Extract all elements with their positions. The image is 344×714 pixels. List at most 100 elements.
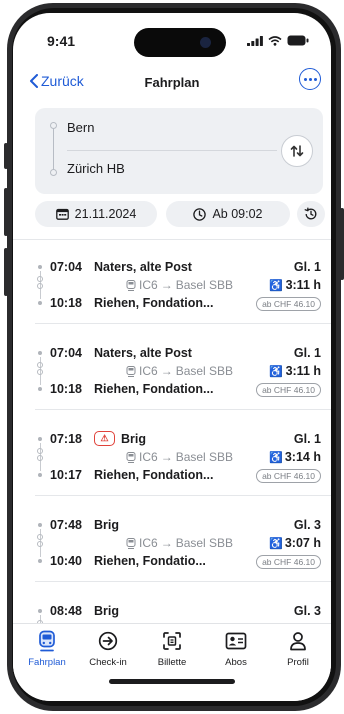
- arrival-time: 10:17: [50, 468, 82, 482]
- connection-row[interactable]: 07:04 Naters, alte Post Gl. 1 IC6 → Basel SBB…: [13, 324, 331, 410]
- train-line: IC6: [139, 450, 158, 464]
- departure-time: 07:04: [50, 346, 82, 360]
- home-indicator: [109, 679, 235, 684]
- connection-row[interactable]: 07:04 Naters, alte Post Gl. 1 IC6 → Basel SBB…: [13, 238, 331, 324]
- price-badge: ab CHF 46.10: [256, 297, 321, 311]
- departure-station: Brig: [94, 518, 119, 532]
- duration: 3:11 h: [285, 278, 321, 292]
- date-chip[interactable]: 21.11.2024: [35, 201, 157, 227]
- platform: Gl. 3: [293, 604, 321, 618]
- more-dot: [313, 77, 317, 81]
- departure-time: 07:18: [50, 432, 82, 446]
- train-info: IC6→Basel SBB: [126, 364, 233, 378]
- arrival-station: Riehen, Fondation...: [94, 382, 214, 396]
- timeline-dot: [38, 473, 42, 477]
- tab-billette[interactable]: Billette: [142, 630, 202, 668]
- tab-bar: Fahrplan Check-in Billette Abos Profil: [13, 623, 331, 701]
- calendar-icon: [55, 208, 69, 220]
- wheelchair-icon: ♿: [269, 366, 283, 378]
- arrival-time: 10:18: [50, 382, 82, 396]
- tab-check-in[interactable]: Check-in: [78, 630, 138, 668]
- train-line: IC6: [139, 536, 158, 550]
- route-to-field[interactable]: Zürich HB: [67, 161, 125, 176]
- history-icon: [304, 207, 317, 220]
- swap-route-button[interactable]: [281, 135, 313, 167]
- timeline-link: [37, 362, 43, 368]
- time-chip[interactable]: Ab 09:02: [166, 201, 290, 227]
- timeline-link: [37, 283, 43, 289]
- warning-icon[interactable]: ⚠: [94, 431, 115, 446]
- timeline-link: [37, 276, 43, 282]
- train-info: IC6→Basel SBB: [126, 450, 233, 464]
- train-destination: Basel SBB: [175, 450, 234, 464]
- signal-icon: [247, 35, 263, 46]
- route-start-dot: [50, 122, 57, 129]
- arrival-station: Riehen, Fondatio...: [94, 554, 206, 568]
- route-from-field[interactable]: Bern: [67, 120, 94, 135]
- camera-dot: [200, 37, 211, 48]
- timeline-link: [37, 369, 43, 375]
- train-line: IC6: [139, 278, 158, 292]
- departure-station: Brig: [94, 604, 119, 618]
- train-line: IC6: [139, 364, 158, 378]
- tab-label: Billette: [157, 657, 187, 668]
- tab-fahrplan[interactable]: Fahrplan: [17, 630, 77, 668]
- tab-profil[interactable]: Profil: [268, 630, 328, 668]
- time-label: Ab 09:02: [212, 207, 263, 221]
- departure-station: Brig: [121, 432, 146, 446]
- train-destination: Basel SBB: [175, 536, 234, 550]
- connection-row[interactable]: 07:18 ⚠ Brig Gl. 1 IC6 → Basel SBB ♿ 3:14 h 10:17…: [13, 410, 331, 496]
- ticket-scan-icon: [162, 630, 182, 652]
- more-dot: [303, 77, 307, 81]
- train-info: IC6→Basel SBB: [126, 536, 233, 550]
- history-button[interactable]: [297, 201, 325, 227]
- timeline-dot: [38, 265, 42, 269]
- platform: Gl. 1: [293, 260, 321, 274]
- timeline-link: [37, 534, 43, 540]
- page-title: Fahrplan: [144, 75, 200, 90]
- route-separator: [67, 150, 277, 151]
- arrival-time: 10:40: [50, 554, 82, 568]
- platform: Gl. 1: [293, 432, 321, 446]
- status-time: 9:41: [47, 33, 76, 49]
- duration: 3:11 h: [285, 364, 321, 378]
- platform: Gl. 1: [293, 346, 321, 360]
- timeline-link: [37, 448, 43, 454]
- clock-icon: [193, 207, 207, 221]
- timeline-dot: [38, 559, 42, 563]
- card-icon: [225, 630, 247, 652]
- timeline-dot: [38, 387, 42, 391]
- duration: 3:07 h: [284, 536, 321, 550]
- train-destination: Basel SBB: [175, 278, 234, 292]
- train-small-icon: [126, 537, 136, 549]
- arrow-circle-icon: [98, 630, 118, 652]
- timeline-dot: [38, 301, 42, 305]
- departure-time: 07:48: [50, 518, 82, 532]
- train-small-icon: [126, 365, 136, 377]
- arrow-right-icon: →: [160, 536, 173, 550]
- volume-down-button: [4, 248, 8, 296]
- person-icon: [289, 630, 307, 652]
- price-badge: ab CHF 46.10: [256, 469, 321, 483]
- date-label: 21.11.2024: [74, 207, 137, 221]
- timeline-dot: [38, 609, 42, 613]
- timeline-link: [37, 541, 43, 547]
- battery-icon: [287, 35, 309, 46]
- wheelchair-icon: ♿: [269, 538, 283, 550]
- more-options-button[interactable]: [299, 68, 321, 90]
- mute-switch: [4, 143, 8, 169]
- volume-up-button: [4, 188, 8, 236]
- connection-row[interactable]: 07:48 Brig Gl. 3 IC6 → Basel SBB ♿ 3:07 h 10:40 R…: [13, 496, 331, 582]
- price-badge: ab CHF 46.10: [256, 555, 321, 569]
- train-icon: [37, 630, 57, 652]
- more-dot: [308, 77, 312, 81]
- train-destination: Basel SBB: [175, 364, 234, 378]
- departure-time: 07:04: [50, 260, 82, 274]
- status-icons: [247, 35, 309, 46]
- arrow-right-icon: →: [160, 450, 173, 464]
- timeline-dot: [38, 437, 42, 441]
- arrow-right-icon: →: [160, 278, 173, 292]
- dynamic-island: [134, 28, 226, 57]
- timeline-dot: [38, 523, 42, 527]
- tab-abos[interactable]: Abos: [206, 630, 266, 668]
